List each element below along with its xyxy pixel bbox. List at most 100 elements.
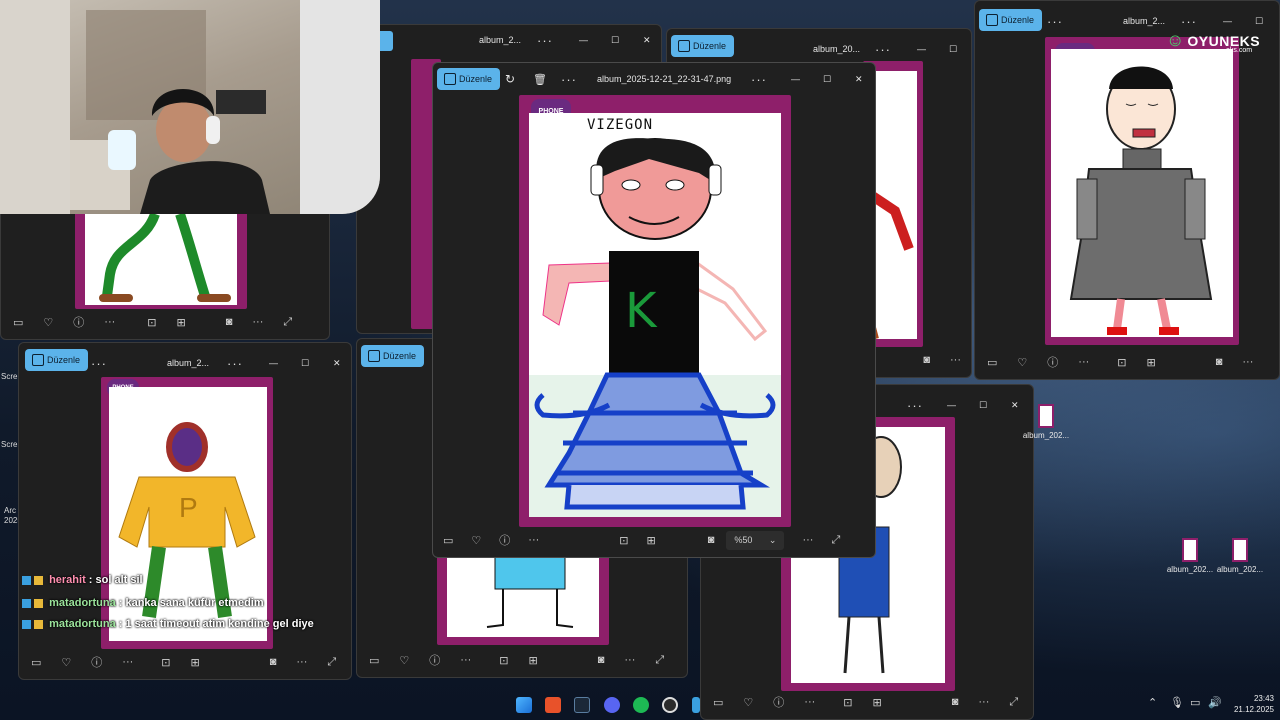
close-icon[interactable]: ✕	[1011, 400, 1019, 411]
more-icon[interactable]: ···	[1078, 356, 1089, 368]
spotify-icon[interactable]	[633, 697, 649, 713]
info-icon[interactable]: ⓘ	[1047, 354, 1058, 370]
more-icon[interactable]: ···	[91, 356, 107, 371]
heart-icon[interactable]: ♡	[471, 534, 481, 547]
steam-icon[interactable]	[574, 697, 590, 713]
windows-start-icon[interactable]	[516, 697, 532, 713]
fit-icon[interactable]: ⊡	[147, 316, 156, 329]
heart-icon[interactable]: ♡	[399, 654, 409, 667]
slideshow-icon[interactable]: ◙	[708, 534, 715, 546]
filmstrip-icon[interactable]: ▭	[443, 534, 453, 547]
more-icon[interactable]: ···	[624, 654, 635, 666]
slideshow-icon[interactable]: ◙	[270, 656, 277, 668]
heart-icon[interactable]: ♡	[43, 316, 53, 329]
filmstrip-icon[interactable]: ▭	[369, 654, 379, 667]
slideshow-icon[interactable]: ◙	[1216, 356, 1223, 368]
more-icon[interactable]: ···	[104, 316, 115, 328]
heart-icon[interactable]: ♡	[1017, 356, 1027, 369]
more-icon[interactable]: ···	[875, 42, 891, 57]
network-icon[interactable]: ▭	[1190, 696, 1200, 709]
actual-size-icon[interactable]: ⊞	[647, 534, 656, 547]
maximize-icon[interactable]: ☐	[611, 35, 619, 46]
edit-button[interactable]: Düzenle	[437, 68, 501, 90]
more-icon[interactable]: ···	[1181, 14, 1197, 29]
maximize-icon[interactable]: ☐	[979, 400, 987, 411]
more-icon[interactable]: ···	[122, 656, 133, 668]
close-icon[interactable]: ✕	[643, 35, 651, 46]
more-icon[interactable]: ···	[537, 33, 553, 48]
more-icon[interactable]: ···	[802, 534, 813, 546]
more-icon[interactable]: ···	[1242, 356, 1253, 368]
brave-browser-icon[interactable]	[545, 697, 561, 713]
minimize-icon[interactable]: —	[947, 400, 956, 410]
info-icon[interactable]: ⓘ	[91, 654, 102, 670]
close-icon[interactable]: ✕	[333, 358, 341, 369]
edit-button[interactable]: Düzenle	[671, 35, 735, 57]
more-icon[interactable]: ···	[528, 534, 539, 546]
edit-button[interactable]: Düzenle	[25, 349, 89, 371]
app-icon[interactable]	[692, 697, 700, 713]
desktop-file-icon[interactable]: album_202...	[1164, 538, 1216, 574]
discord-icon[interactable]	[604, 697, 620, 713]
slideshow-icon[interactable]: ◙	[598, 654, 605, 666]
actual-size-icon[interactable]: ⊞	[529, 654, 538, 667]
slideshow-icon[interactable]: ◙	[923, 354, 930, 366]
more-icon[interactable]: ···	[1047, 14, 1063, 29]
info-icon[interactable]: ⓘ	[73, 314, 84, 330]
actual-size-icon[interactable]: ⊞	[191, 656, 200, 669]
actual-size-icon[interactable]: ⊞	[177, 316, 186, 329]
chat-user: herahit	[49, 574, 86, 586]
fit-icon[interactable]: ⊡	[1117, 356, 1126, 369]
tray-overflow-icon[interactable]: ⌃	[1148, 696, 1157, 709]
more-icon[interactable]: ···	[950, 354, 961, 366]
info-icon[interactable]: ⓘ	[429, 652, 440, 668]
zoom-select[interactable]: %50 ⌄	[726, 530, 785, 550]
minimize-icon[interactable]: —	[269, 358, 278, 368]
photo-window-main[interactable]: Düzenle ↻ 🗑 ··· album_2025-12-21_22-31-4…	[432, 62, 876, 558]
more-icon[interactable]: ···	[227, 356, 243, 371]
info-icon[interactable]: ⓘ	[499, 532, 510, 548]
close-icon[interactable]: ✕	[855, 74, 863, 85]
filmstrip-icon[interactable]: ▭	[31, 656, 41, 669]
maximize-icon[interactable]: ☐	[949, 44, 957, 55]
clock-date: 21.12.2025	[1233, 705, 1274, 714]
fullscreen-icon[interactable]: ⤢	[831, 534, 840, 547]
maximize-icon[interactable]: ☐	[1255, 16, 1263, 27]
obs-icon[interactable]	[662, 697, 678, 713]
minimize-icon[interactable]: —	[917, 44, 926, 54]
more-icon[interactable]: ···	[561, 72, 577, 87]
minimize-icon[interactable]: —	[1223, 16, 1232, 26]
minimize-icon[interactable]: —	[579, 35, 588, 45]
more-icon[interactable]: ···	[296, 656, 307, 668]
photo-window-top-right[interactable]: Düzenle ··· album_2... ··· — ☐ PHONE ▭ ♡	[974, 0, 1280, 380]
microphone-icon[interactable]: 🎙	[1170, 696, 1184, 709]
fit-icon[interactable]: ⊡	[499, 654, 508, 667]
actual-size-icon[interactable]: ⊞	[1147, 356, 1156, 369]
minimize-icon[interactable]: —	[791, 74, 800, 84]
desktop-file-icon[interactable]: album_202...	[1214, 538, 1266, 574]
slideshow-icon[interactable]: ◙	[226, 316, 233, 328]
more-icon[interactable]: ···	[751, 72, 767, 87]
delete-icon[interactable]: 🗑	[533, 73, 547, 86]
badge-icon	[22, 619, 31, 629]
heart-icon[interactable]: ♡	[61, 656, 71, 669]
more-icon[interactable]: ···	[252, 316, 263, 328]
fullscreen-icon[interactable]: ⤢	[327, 656, 336, 669]
fit-icon[interactable]: ⊡	[619, 534, 628, 547]
filmstrip-icon[interactable]: ▭	[13, 316, 23, 329]
fullscreen-icon[interactable]: ⤢	[283, 316, 292, 329]
maximize-icon[interactable]: ☐	[823, 74, 831, 85]
maximize-icon[interactable]: ☐	[301, 358, 309, 369]
edit-button[interactable]: Düzenle	[979, 9, 1043, 31]
filmstrip-icon[interactable]: ▭	[987, 356, 997, 369]
fit-icon[interactable]: ⊡	[161, 656, 170, 669]
edit-button[interactable]: Düzenle	[361, 345, 425, 367]
more-icon[interactable]: ···	[907, 398, 923, 413]
clock[interactable]: 23:43 21.12.2025	[1226, 693, 1274, 715]
rotate-icon[interactable]: ↻	[505, 72, 515, 86]
volume-icon[interactable]: 🔊	[1208, 696, 1222, 709]
desktop-file-icon[interactable]: album_202...	[1020, 404, 1072, 440]
clock-time: 23:43	[1253, 694, 1274, 703]
more-icon[interactable]: ···	[460, 654, 471, 666]
fullscreen-icon[interactable]: ⤢	[655, 654, 664, 667]
